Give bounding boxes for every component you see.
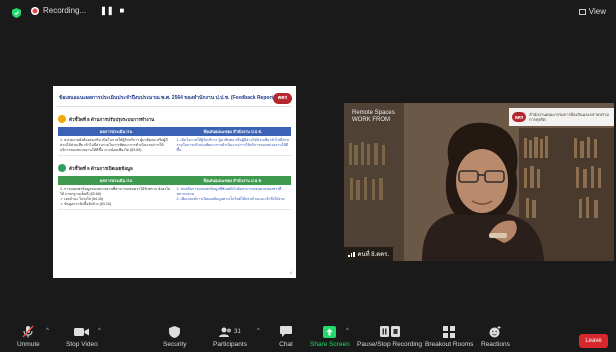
breakout-rooms-button[interactable]: Breakout Rooms bbox=[425, 325, 473, 348]
meeting-toolbar: Unmute ^ Stop Video ^ Security 31 Partic bbox=[0, 322, 616, 352]
participants-button[interactable]: 31 Participants bbox=[213, 325, 247, 348]
security-button[interactable]: Security bbox=[163, 325, 186, 348]
audio-options-chevron-icon[interactable]: ^ bbox=[46, 328, 49, 334]
topic-label: ตัวชี้วัดที่ 8 ด้านการปรับปรุงระบบการทำง… bbox=[69, 116, 155, 122]
share-screen-button[interactable]: Share Screen bbox=[310, 325, 350, 348]
nacc-logo: ตคร bbox=[512, 112, 527, 122]
virtual-background-text: Remote Spaces WORK FROM bbox=[352, 110, 395, 124]
topic-label: ตัวชี้วัดที่ 9 ด้านการเปิดเผยข้อมูล bbox=[69, 165, 133, 171]
video-options-chevron-icon[interactable]: ^ bbox=[98, 328, 101, 334]
table-cell-result: 1. การเผยแพร่ข้อมูลของหน่วยงานที่สาธารณช… bbox=[58, 185, 175, 210]
participant-video-feed bbox=[344, 103, 614, 261]
stop-video-label: Stop Video bbox=[66, 341, 98, 348]
participants-label: Participants bbox=[213, 341, 247, 348]
table-header: ข้อเสนอแนะของ สำนักงาน ป.ป.ช. bbox=[174, 127, 291, 136]
slide-page-number: 4 bbox=[289, 270, 292, 275]
slide-topic-9: ตัวชี้วัดที่ 9 ด้านการเปิดเผยข้อมูล bbox=[58, 164, 296, 172]
recording-label: Recording... bbox=[43, 6, 87, 15]
breakout-rooms-icon bbox=[443, 325, 456, 338]
breakout-rooms-label: Breakout Rooms bbox=[425, 341, 474, 348]
meeting-topbar: Recording... ❚❚ ■ View bbox=[0, 0, 616, 26]
shield-icon[interactable] bbox=[12, 8, 21, 18]
participants-options-chevron-icon[interactable]: ^ bbox=[257, 328, 260, 334]
reactions-label: Reactions bbox=[481, 341, 510, 348]
feedback-table-9: ผลการประเมิน ITA ข้อเสนอแนะของ สำนักงาน … bbox=[58, 176, 291, 210]
view-label: View bbox=[588, 7, 606, 16]
chat-label: Chat bbox=[279, 341, 293, 348]
remote-line-1: Remote Spaces bbox=[352, 110, 395, 116]
video-camera-icon bbox=[74, 327, 90, 336]
pause-stop-recording-button[interactable]: Pause/Stop Recording bbox=[357, 325, 422, 348]
remote-line-2: WORK FROM bbox=[352, 117, 390, 123]
stop-video-button[interactable]: Stop Video bbox=[66, 325, 98, 348]
pause-recording-icon[interactable]: ❚❚ bbox=[100, 6, 113, 15]
shared-screen-slide: ข้อเสนอแนะผลการประเมินประจำปีงบประมาณ พ.… bbox=[53, 86, 296, 278]
chat-button[interactable]: Chat bbox=[276, 325, 296, 348]
table-cell-suggestion: 1. ส่งเสริมการเผยแพร่ข้อมูลที่ทันสมัยไปย… bbox=[174, 185, 291, 210]
participant-name: คนที่ 8.ตคร. bbox=[357, 252, 390, 258]
leave-button[interactable]: Leave bbox=[579, 334, 608, 348]
table-row: 1. การเผยแพร่ข้อมูลของหน่วยงานที่สาธารณช… bbox=[58, 185, 291, 210]
table-cell-suggestion: 1. เปิดโอกาสให้ผู้รับบริการ ผู้มาติดต่อ … bbox=[174, 136, 291, 156]
security-label: Security bbox=[163, 341, 187, 348]
recording-indicator[interactable]: Recording... ❚❚ ■ bbox=[31, 6, 124, 15]
table-header: ผลการประเมิน ITA bbox=[58, 127, 175, 136]
unmute-label: Unmute bbox=[17, 341, 40, 348]
share-screen-icon bbox=[323, 325, 337, 338]
share-screen-label: Share Screen bbox=[310, 341, 350, 348]
muted-mic-icon bbox=[22, 325, 34, 338]
pause-stop-recording-label: Pause/Stop Recording bbox=[357, 341, 423, 348]
nacc-logo: ตคร bbox=[273, 92, 292, 104]
participants-icon bbox=[219, 327, 232, 337]
view-button[interactable]: View bbox=[578, 7, 606, 16]
stop-recording-icon[interactable]: ■ bbox=[120, 6, 125, 15]
participant-video-tile[interactable]: Remote Spaces WORK FROM ตคร สำนักงานคณะก… bbox=[344, 103, 614, 261]
recording-dot-icon bbox=[31, 6, 39, 15]
feedback-table-8: ผลการประเมิน ITA ข้อเสนอแนะของ สำนักงาน … bbox=[58, 127, 291, 156]
banner-text: สำนักงานคณะกรรมการป้องกันและปราบปรามการท… bbox=[529, 112, 609, 122]
participant-nameplate: คนที่ 8.ตคร. bbox=[344, 247, 394, 261]
signal-strength-icon bbox=[348, 251, 355, 257]
smiley-plus-icon bbox=[489, 325, 501, 337]
slide-topic-8: ตัวชี้วัดที่ 8 ด้านการปรับปรุงระบบการทำง… bbox=[58, 115, 296, 123]
shield-icon bbox=[169, 325, 181, 338]
chat-bubble-icon bbox=[280, 326, 292, 337]
topic-badge-icon bbox=[58, 164, 66, 172]
table-cell-result: 1. หน่วยงานยังต้องส่งเสริม เปิดโอกาสให้ผ… bbox=[58, 136, 175, 156]
slide-title: ข้อเสนอแนะผลการประเมินประจำปีงบประมาณ พ.… bbox=[59, 95, 274, 101]
table-header: ผลการประเมิน ITA bbox=[58, 176, 175, 185]
reactions-button[interactable]: Reactions bbox=[481, 325, 510, 348]
table-row: 1. หน่วยงานยังต้องส่งเสริม เปิดโอกาสให้ผ… bbox=[58, 136, 291, 156]
share-options-chevron-icon[interactable]: ^ bbox=[346, 328, 349, 334]
slide-header: ข้อเสนอแนะผลการประเมินประจำปีงบประมาณ พ.… bbox=[57, 90, 292, 107]
grid-view-icon bbox=[578, 8, 586, 15]
virtual-background-banner: ตคร สำนักงานคณะกรรมการป้องกันและปราบปราม… bbox=[509, 108, 614, 126]
participants-count: 31 bbox=[234, 328, 241, 335]
table-header: ข้อเสนอแนะของ สำนักงาน ป.ป.ช. bbox=[174, 176, 291, 185]
unmute-button[interactable]: Unmute bbox=[17, 325, 40, 348]
pause-stop-icon bbox=[379, 326, 400, 337]
topic-badge-icon bbox=[58, 115, 66, 123]
